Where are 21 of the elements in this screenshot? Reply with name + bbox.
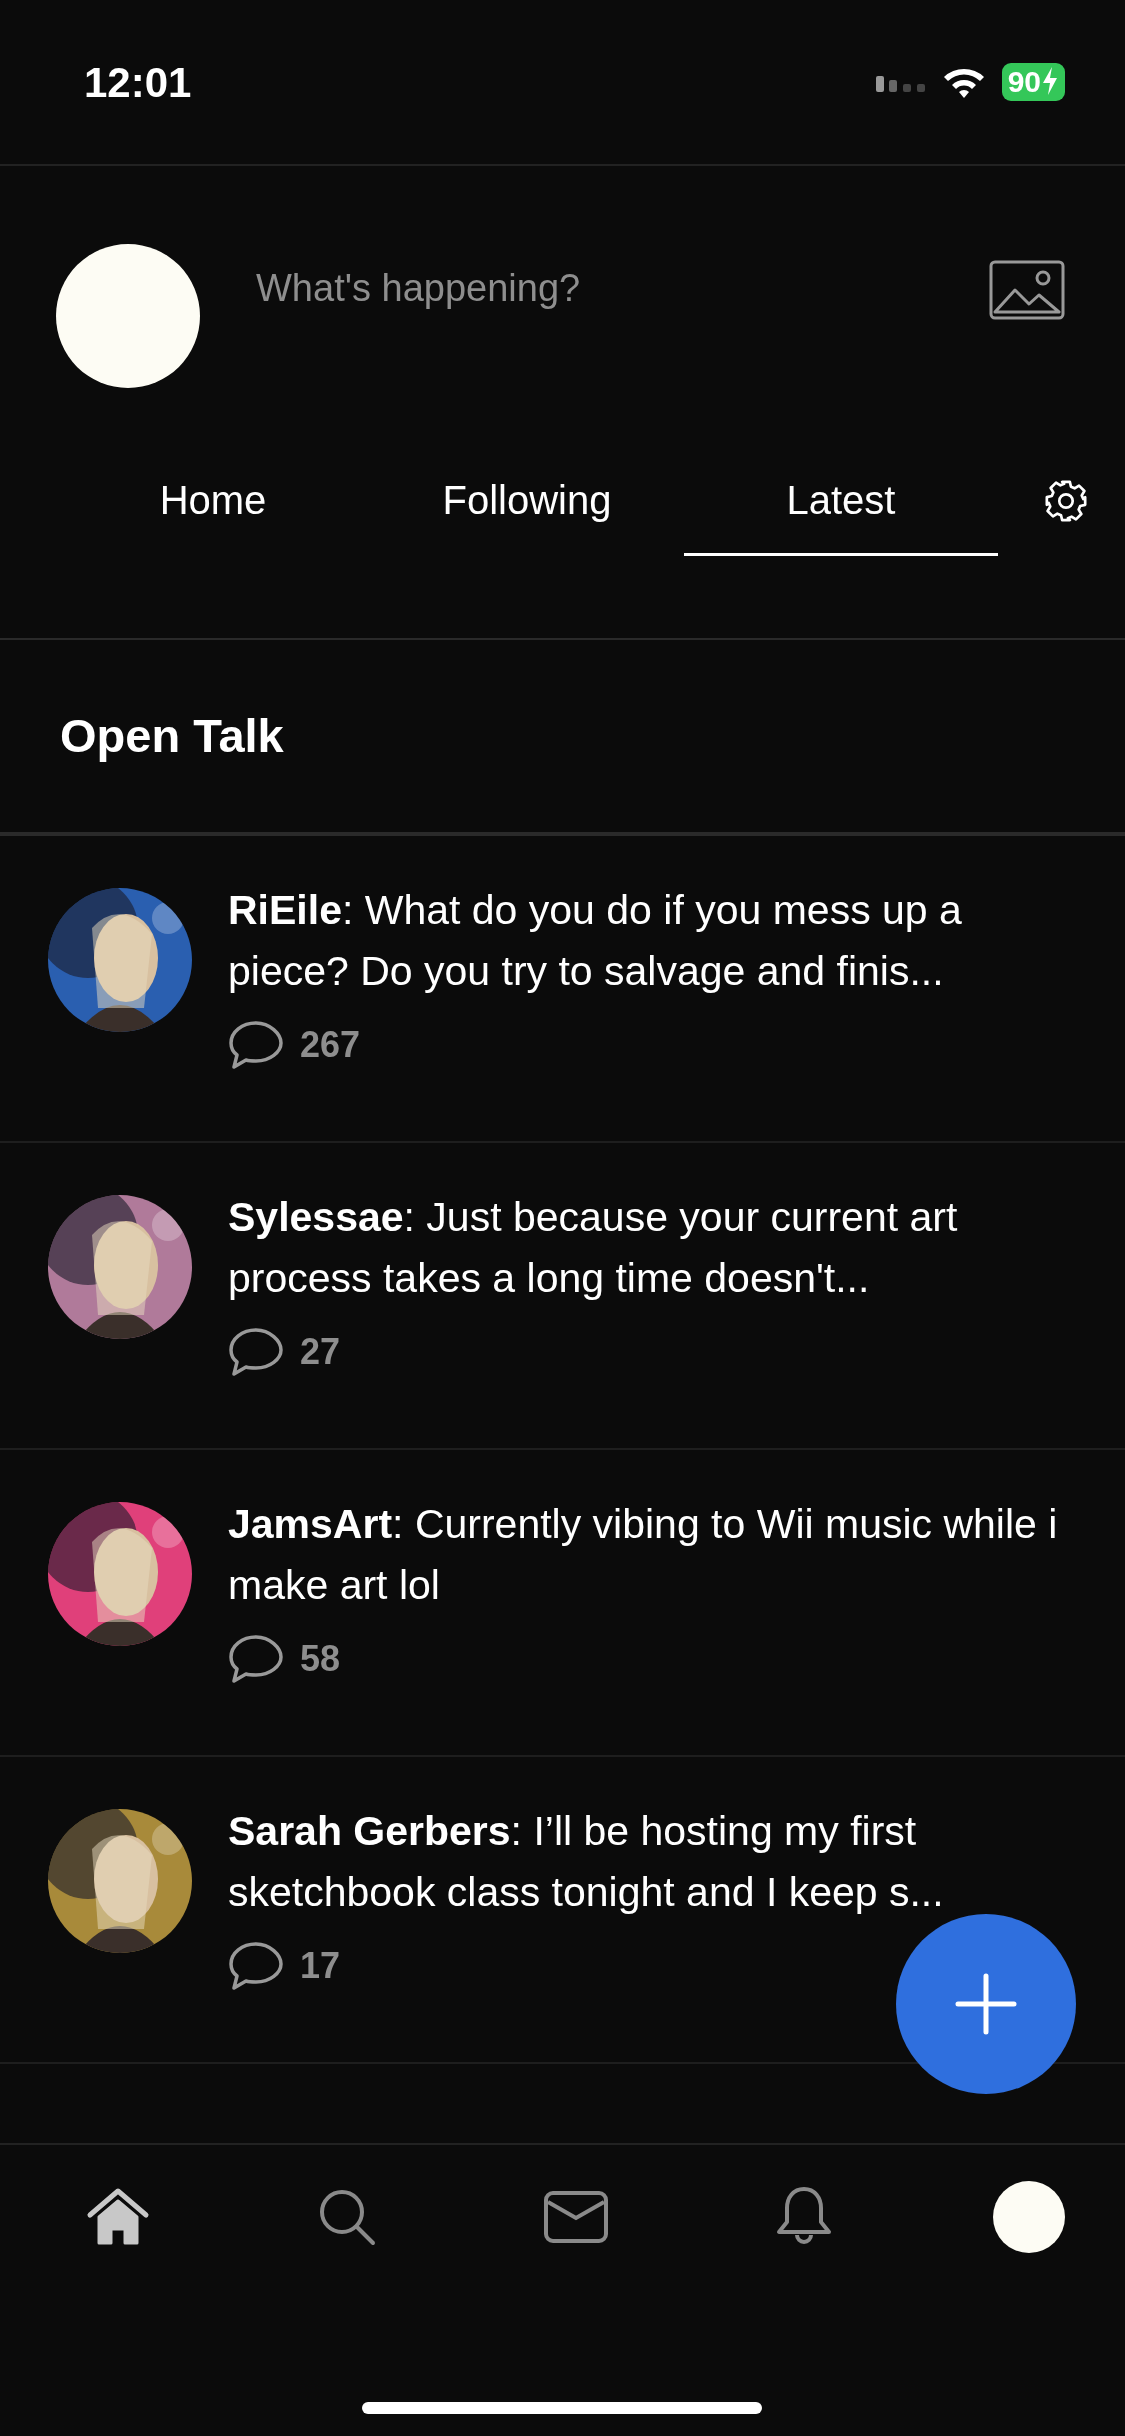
speech-bubble-icon[interactable] (228, 1327, 284, 1377)
battery-level: 90 (1001, 63, 1065, 101)
post-text: Sarah Gerbers: I’ll be hosting my first sketchbook class tonight and I keep s... (228, 1807, 945, 1917)
plus-icon (954, 1972, 1018, 2036)
speech-bubble-icon[interactable] (228, 1941, 284, 1991)
feed-tab[interactable]: Following (370, 446, 684, 556)
compose-field[interactable]: What's happening? (256, 260, 856, 317)
status-time: 12:01 (84, 57, 192, 108)
speech-bubble-icon[interactable] (228, 1020, 284, 1070)
post-text: RiEile: What do you do if you mess up a piece? Do you try to salvage and finis... (228, 886, 963, 996)
feed-tab[interactable]: Home (56, 446, 370, 556)
post-text: JamsArt: Currently vibing to Wii music while i make art lol (228, 1500, 1058, 1610)
section-title: Open Talk (60, 707, 284, 764)
comment-count: 267 (300, 1023, 361, 1067)
comment-count: 27 (300, 1330, 341, 1374)
image-icon[interactable] (989, 260, 1065, 320)
comment-count: 17 (300, 1944, 341, 1988)
speech-bubble-icon[interactable] (228, 1634, 284, 1684)
post-text: Sylessae: Just because your current art process takes a long time doesn't... (228, 1193, 959, 1303)
comment-count: 58 (300, 1637, 341, 1681)
feed-tab[interactable]: Latest (684, 446, 998, 556)
